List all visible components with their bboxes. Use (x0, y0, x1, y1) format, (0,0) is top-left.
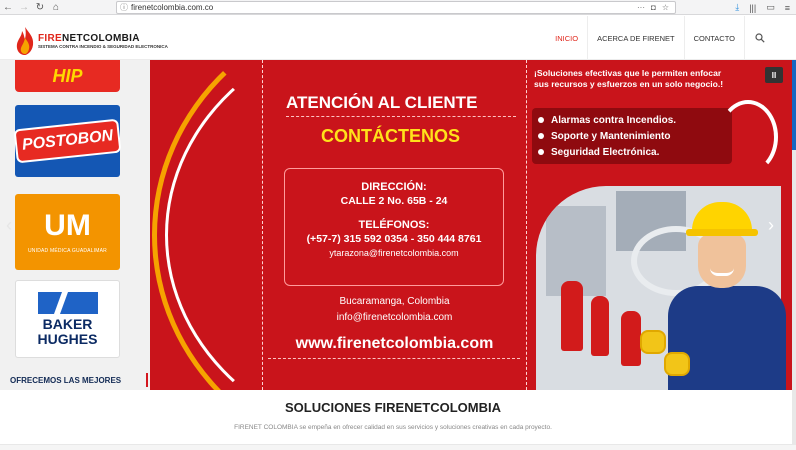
site-header: FIRENETCOLOMBIA SISTEMA CONTRA INCENDIO … (0, 16, 796, 60)
city-text: Bucaramanga, Colombia (339, 296, 450, 307)
sidebar-icon[interactable]: ▭ (766, 2, 775, 13)
hero-slider: HIP POSTOBON UM UNIDAD MÉDICA GUADALIMAR… (0, 60, 796, 390)
logo-tagline: SISTEMA CONTRA INCENDIO & SEGURIDAD ELEC… (38, 43, 168, 49)
brand-logo-baker-hughes: BAKER HUGHES (15, 280, 120, 358)
more-icon[interactable]: ··· (637, 3, 645, 12)
divider (286, 116, 516, 117)
bullet-icon (538, 117, 544, 123)
brand-logo-hipp: HIP (15, 60, 120, 92)
url-text[interactable]: firenetcolombia.com.co (131, 1, 637, 14)
address-label: DIRECCIÓN: (361, 181, 427, 193)
contact-email: ytarazona@firenetcolombia.com (329, 248, 459, 258)
search-icon[interactable] (744, 16, 774, 60)
contact-title: CONTÁCTENOS (321, 126, 460, 146)
download-icon[interactable]: ⤓ (735, 2, 739, 13)
address-bar[interactable]: ⓘ firenetcolombia.com.co ··· ◘ ☆ (116, 1, 676, 14)
main-menu: INICIO ACERCA DE FIRENET CONTACTO (546, 16, 774, 60)
info-icon[interactable]: ⓘ (117, 2, 131, 13)
brand-logo-um: UM UNIDAD MÉDICA GUADALIMAR (15, 194, 120, 270)
scrollbar-thumb[interactable] (792, 60, 796, 150)
website-text: www.firenetcolombia.com (295, 335, 494, 352)
bullet-icon (538, 149, 544, 155)
forward-icon[interactable]: → (16, 0, 32, 14)
section-title: SOLUCIONES FIRENETCOLOMBIA (285, 400, 501, 415)
browser-toolbar: ← → ↻ ⌂ ⓘ firenetcolombia.com.co ··· ◘ ☆… (0, 0, 796, 15)
pause-button[interactable]: II (765, 67, 783, 83)
reload-icon[interactable]: ↻ (32, 0, 48, 14)
section-description: FIRENET COLOMBIA se empeña en ofrecer ca… (234, 424, 552, 431)
brand-footer-text: OFRECEMOS LAS MEJORES (10, 376, 122, 385)
solutions-text: ¡Soluciones efectivas que le permiten en… (534, 68, 724, 89)
phone-label: TELÉFONOS: (358, 219, 430, 231)
divider (268, 358, 520, 359)
services-list: Alarmas contra Incendios. Soporte y Mant… (532, 108, 732, 164)
worker-photo (640, 202, 786, 390)
nav-contacto[interactable]: CONTACTO (683, 16, 744, 60)
bullet-icon (538, 133, 544, 139)
contact-info-box: DIRECCIÓN: CALLE 2 No. 65B - 24 TELÉFONO… (284, 168, 504, 286)
star-icon[interactable]: ☆ (662, 3, 669, 12)
brand-logo-postobon: POSTOBON (13, 105, 122, 177)
next-slide-button[interactable]: › (768, 215, 774, 236)
phone-value: (+57-7) 315 592 0354 - 350 444 8761 (306, 233, 482, 245)
divider (146, 373, 148, 387)
decor-arc (718, 100, 778, 174)
nav-acerca-de-firenet[interactable]: ACERCA DE FIRENET (587, 16, 684, 60)
service-item: Soporte y Mantenimiento (538, 128, 726, 144)
nav-inicio[interactable]: INICIO (546, 16, 587, 60)
prev-slide-button[interactable]: ‹ (6, 215, 12, 236)
info-email: info@firenetcolombia.com (336, 312, 453, 323)
attention-title: ATENCIÓN AL CLIENTE (286, 93, 478, 112)
library-icon[interactable]: ||| (749, 3, 756, 13)
service-item: Alarmas contra Incendios. (538, 112, 726, 128)
divider (0, 444, 796, 450)
menu-icon[interactable]: ≡ (785, 3, 790, 13)
address-value: CALLE 2 No. 65B - 24 (340, 195, 448, 207)
service-item: Seguridad Electrónica. (538, 144, 726, 160)
logo-name: FIRENETCOLOMBIA (38, 32, 140, 44)
brand-strip: HIP POSTOBON UM UNIDAD MÉDICA GUADALIMAR… (0, 60, 150, 390)
logo[interactable]: FIRENETCOLOMBIA SISTEMA CONTRA INCENDIO … (14, 26, 168, 56)
home-icon[interactable]: ⌂ (48, 0, 64, 14)
flame-icon (16, 27, 34, 55)
pocket-icon[interactable]: ◘ (651, 3, 656, 12)
back-icon[interactable]: ← (0, 0, 16, 14)
